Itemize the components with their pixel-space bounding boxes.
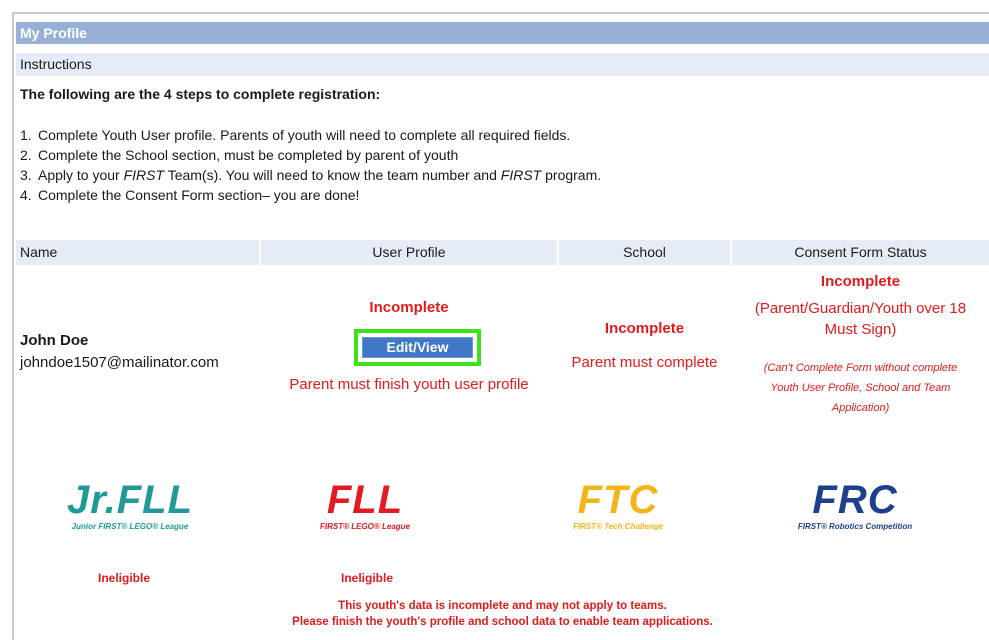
footer-message: This youth's data is incomplete and may … [292,600,713,628]
edit-view-button[interactable]: Edit/View [362,337,473,358]
steps-list: 1. Complete Youth User profile. Parents o… [20,125,601,205]
ftc-logo: FTC FIRST® Tech Challenge [572,478,664,531]
column-header-consent: Consent Form Status [732,240,989,265]
jr-fll-logo: Jr.FLL Junior FIRST® LEGO® League [66,478,194,531]
fll-eligibility: Ineligible [341,571,394,585]
profile-status: Incomplete [369,299,449,316]
school-status: Incomplete [604,320,685,337]
consent-note: (Can't Complete Form without complete Yo… [763,362,958,414]
frc-logo: FRC FIRST® Robotics Competition [797,478,913,531]
consent-requirement: (Parent/Guardian/Youth over 18 Must Sign… [754,300,967,338]
user-name: John Doe [20,332,89,349]
fll-logo: FLL FIRST® LEGO® League [319,478,411,531]
list-item: 1. Complete Youth User profile. Parents o… [20,127,571,143]
instructions-label: Instructions [16,53,989,76]
user-email: johndoe1507@mailinator.com [20,354,219,371]
school-note: Parent must complete [571,354,718,371]
page-title: My Profile [16,22,989,44]
column-header-school: School [559,240,730,265]
list-item: 3. Apply to your FIRST Team(s). You will … [20,167,602,183]
column-header-user-profile: User Profile [261,240,557,265]
jr-fll-eligibility: Ineligible [98,571,151,585]
list-item: 4. Complete the Consent Form section– you… [20,187,360,203]
profile-note: Parent must finish youth user profile [289,376,529,393]
column-header-name: Name [16,240,259,265]
consent-status: Incomplete [820,273,901,290]
list-item: 2. Complete the School section, must be c… [20,147,459,163]
steps-heading: The following are the 4 steps to complet… [20,86,381,102]
edit-button-highlight: Edit/View [354,329,481,366]
